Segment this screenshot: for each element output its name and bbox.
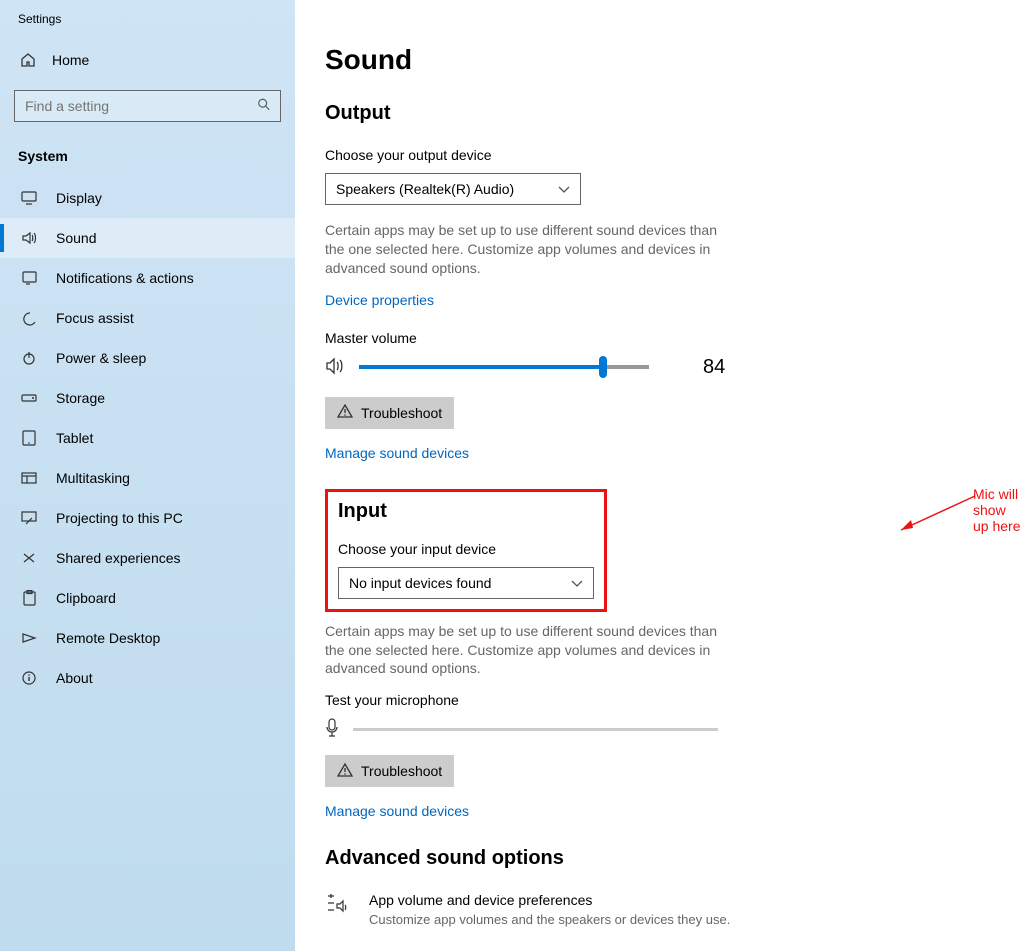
sidebar: Settings Home System Display Sound Notif…	[0, 0, 295, 951]
nav-item-label: Tablet	[56, 430, 93, 446]
input-manage-devices-link[interactable]: Manage sound devices	[325, 803, 1024, 819]
app-volume-preferences-row[interactable]: App volume and device preferences Custom…	[325, 892, 1024, 927]
app-volume-icon	[325, 892, 349, 917]
test-mic-label: Test your microphone	[325, 692, 1024, 708]
nav-item-label: Notifications & actions	[56, 270, 194, 286]
nav-multitasking[interactable]: Multitasking	[0, 458, 295, 498]
output-troubleshoot-button[interactable]: Troubleshoot	[325, 397, 454, 429]
nav-item-label: Clipboard	[56, 590, 116, 606]
input-section-highlighted: Input Choose your input device No input …	[325, 489, 607, 612]
input-device-value: No input devices found	[349, 575, 491, 591]
nav-tablet[interactable]: Tablet	[0, 418, 295, 458]
search-icon	[257, 98, 271, 115]
nav-item-label: Focus assist	[56, 310, 134, 326]
speaker-icon[interactable]	[325, 357, 345, 378]
sound-icon	[20, 231, 38, 245]
app-volume-title: App volume and device preferences	[369, 892, 730, 908]
notifications-icon	[20, 271, 38, 285]
about-icon	[20, 671, 38, 685]
window-title: Settings	[0, 12, 295, 44]
nav-shared-experiences[interactable]: Shared experiences	[0, 538, 295, 578]
storage-icon	[20, 394, 38, 402]
input-section-title: Input	[338, 500, 594, 523]
nav-about[interactable]: About	[0, 658, 295, 698]
projecting-icon	[20, 511, 38, 525]
output-section-title: Output	[325, 102, 1024, 125]
nav-storage[interactable]: Storage	[0, 378, 295, 418]
advanced-section-title: Advanced sound options	[325, 847, 1024, 870]
mic-level-bar	[353, 728, 718, 731]
input-choose-label: Choose your input device	[338, 541, 594, 557]
nav-display[interactable]: Display	[0, 178, 295, 218]
display-icon	[20, 191, 38, 205]
output-choose-label: Choose your output device	[325, 147, 1024, 163]
home-icon	[20, 52, 36, 68]
warning-icon	[337, 763, 353, 780]
nav-sound[interactable]: Sound	[0, 218, 295, 258]
focus-assist-icon	[20, 311, 38, 326]
chevron-down-icon	[571, 575, 583, 591]
microphone-icon	[325, 718, 339, 741]
master-volume-value: 84	[703, 356, 725, 379]
warning-icon	[337, 404, 353, 421]
tablet-icon	[20, 430, 38, 446]
button-label: Troubleshoot	[361, 763, 442, 779]
app-volume-subtitle: Customize app volumes and the speakers o…	[369, 912, 730, 927]
nav-item-label: Projecting to this PC	[56, 510, 183, 526]
output-manage-devices-link[interactable]: Manage sound devices	[325, 445, 1024, 461]
nav-item-label: Display	[56, 190, 102, 206]
output-device-value: Speakers (Realtek(R) Audio)	[336, 181, 514, 197]
nav-item-label: Shared experiences	[56, 550, 181, 566]
nav-home-label: Home	[52, 52, 89, 68]
output-device-dropdown[interactable]: Speakers (Realtek(R) Audio)	[325, 173, 581, 205]
nav-group-label: System	[0, 122, 295, 178]
master-volume-label: Master volume	[325, 330, 1024, 346]
button-label: Troubleshoot	[361, 405, 442, 421]
nav-remote-desktop[interactable]: Remote Desktop	[0, 618, 295, 658]
annotation-arrow	[893, 490, 983, 540]
nav-focus-assist[interactable]: Focus assist	[0, 298, 295, 338]
main-content: Sound Output Choose your output device S…	[295, 0, 1024, 951]
input-device-dropdown[interactable]: No input devices found	[338, 567, 594, 599]
master-volume-slider[interactable]	[359, 365, 649, 369]
search-input[interactable]	[14, 90, 281, 122]
nav-clipboard[interactable]: Clipboard	[0, 578, 295, 618]
shared-icon	[20, 551, 38, 565]
chevron-down-icon	[558, 181, 570, 197]
nav-projecting[interactable]: Projecting to this PC	[0, 498, 295, 538]
nav-item-label: Sound	[56, 230, 96, 246]
nav-notifications[interactable]: Notifications & actions	[0, 258, 295, 298]
remote-desktop-icon	[20, 632, 38, 644]
clipboard-icon	[20, 590, 38, 606]
nav-power-sleep[interactable]: Power & sleep	[0, 338, 295, 378]
page-title: Sound	[325, 44, 1024, 76]
multitasking-icon	[20, 472, 38, 484]
output-device-properties-link[interactable]: Device properties	[325, 292, 1024, 308]
annotation-text: Mic will show up here	[973, 486, 1024, 534]
nav-item-label: Multitasking	[56, 470, 130, 486]
nav-home[interactable]: Home	[0, 44, 295, 76]
nav-item-label: Storage	[56, 390, 105, 406]
nav-item-label: Remote Desktop	[56, 630, 160, 646]
nav-item-label: About	[56, 670, 93, 686]
power-icon	[20, 351, 38, 365]
output-helper-text: Certain apps may be set up to use differ…	[325, 221, 735, 278]
input-helper-text: Certain apps may be set up to use differ…	[325, 622, 735, 679]
input-troubleshoot-button[interactable]: Troubleshoot	[325, 755, 454, 787]
nav-item-label: Power & sleep	[56, 350, 146, 366]
